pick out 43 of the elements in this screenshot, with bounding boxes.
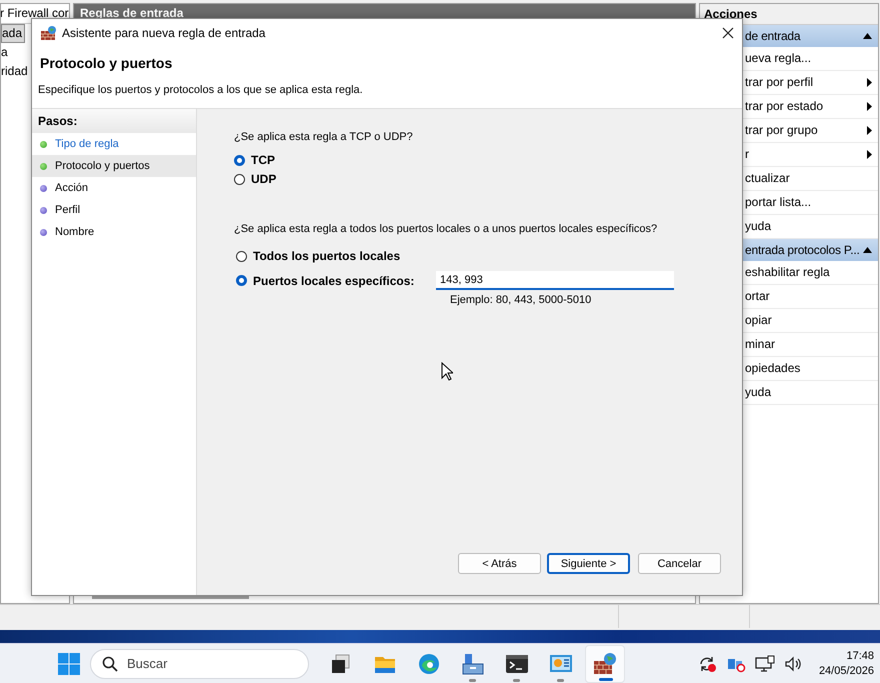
wizard-button[interactable]: Cancelar xyxy=(638,553,721,574)
step-item[interactable]: Perfil xyxy=(32,199,196,221)
cursor-icon xyxy=(441,362,453,381)
collapse-icon[interactable] xyxy=(863,33,872,39)
server-icon[interactable] xyxy=(461,652,485,676)
pane-title: Acciones xyxy=(700,4,878,25)
ports-input-field[interactable]: 143, 993 xyxy=(436,271,674,290)
window-title: Asistente para nueva regla de entrada xyxy=(62,26,266,40)
brick-wall-icon[interactable] xyxy=(593,652,617,676)
clock-time[interactable]: 17:48 xyxy=(846,648,874,664)
submenu-arrow-icon xyxy=(867,78,872,86)
wizard-button[interactable]: Siguiente > xyxy=(547,553,630,574)
taskbar-button[interactable] xyxy=(585,644,625,682)
page-heading: Protocolo y puertos xyxy=(40,55,174,71)
step-item[interactable]: Nombre xyxy=(32,221,196,243)
radio-button[interactable]: TCP xyxy=(234,153,275,167)
search-field[interactable]: Buscar xyxy=(90,648,309,678)
clock-date[interactable]: 24/05/2026 xyxy=(818,664,874,678)
question-text: ¿Se aplica esta regla a todos los puertos locales o a unos puertos locales específicos? xyxy=(234,223,658,235)
submenu-arrow-icon xyxy=(867,102,872,110)
step-item[interactable]: Tipo de regla xyxy=(32,133,196,155)
submenu-arrow-icon xyxy=(867,150,872,158)
search-icon xyxy=(102,656,118,672)
page-description: Especifique los puertos y protocolos a los que se aplica esta regla. xyxy=(38,84,364,96)
radio-button[interactable]: UDP xyxy=(234,172,276,186)
tree-item[interactable]: ada xyxy=(1,24,26,43)
speaker-icon[interactable] xyxy=(784,654,802,672)
submenu-arrow-icon xyxy=(867,126,872,134)
swirl-browser-icon[interactable] xyxy=(417,652,441,676)
radio-button[interactable]: Puertos locales específicos: xyxy=(236,274,436,288)
monitor-icon[interactable] xyxy=(754,654,775,672)
hint-text: Ejemplo: 80, 443, 5000-5010 xyxy=(450,294,592,306)
question-text: ¿Se aplica esta regla a TCP o UDP? xyxy=(234,131,414,143)
step-item[interactable]: Acción xyxy=(32,177,196,199)
scrollbar-thumb[interactable] xyxy=(92,596,249,599)
steps-title: Pasos: xyxy=(32,109,196,133)
brick-wall-icon xyxy=(40,25,56,41)
radio-button[interactable]: Todos los puertos locales xyxy=(236,249,400,263)
wizard-button[interactable]: < Atrás xyxy=(458,553,541,574)
step-item[interactable]: Protocolo y puertos xyxy=(32,155,196,177)
collapse-icon[interactable] xyxy=(863,247,872,253)
close-icon[interactable] xyxy=(722,27,734,39)
windows-start-icon[interactable] xyxy=(58,652,80,674)
